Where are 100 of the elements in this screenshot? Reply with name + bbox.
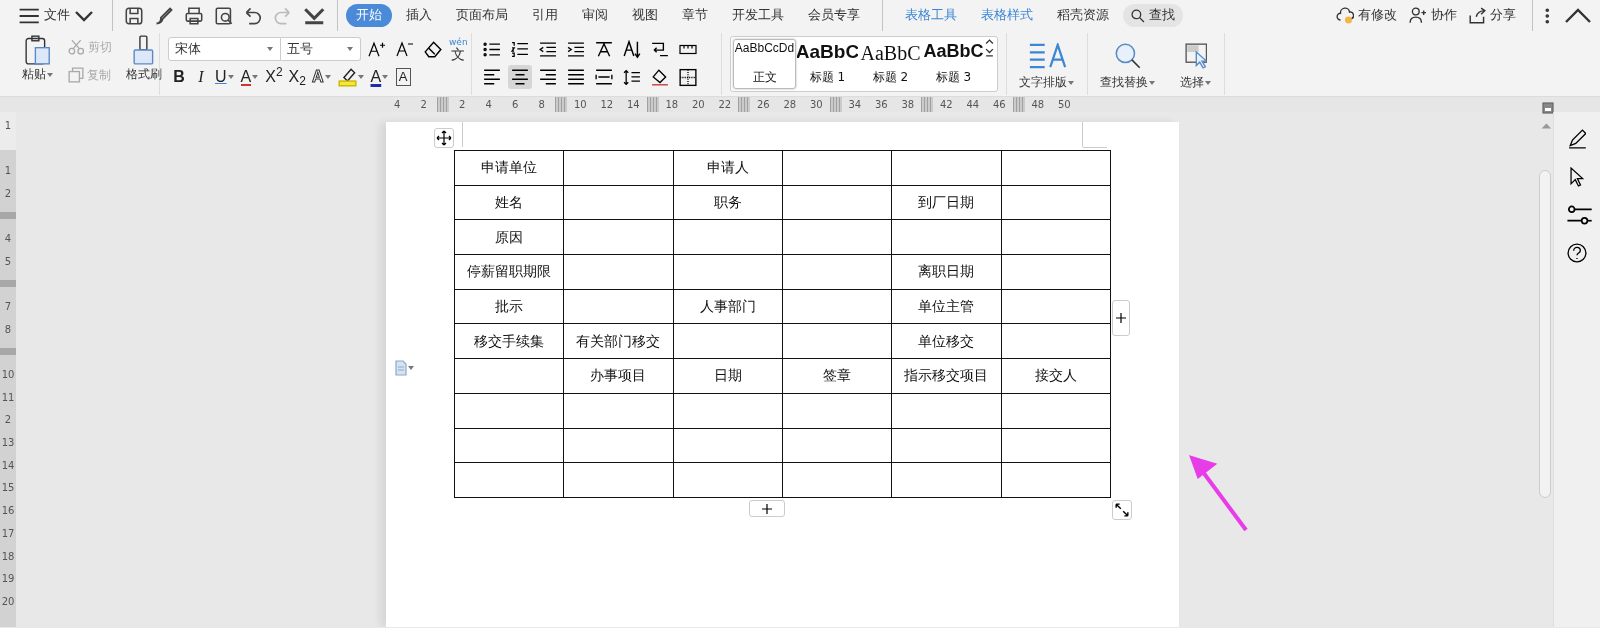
ribbon-tab[interactable]: 会员专享 (798, 4, 871, 27)
ruler-marker[interactable] (437, 97, 449, 112)
header-action[interactable]: 分享 (1465, 4, 1521, 27)
add-column-button[interactable] (1112, 300, 1130, 336)
ribbon-tab[interactable]: 引用 (522, 4, 569, 27)
caret-icon (1204, 79, 1212, 86)
ruler-marker[interactable] (646, 97, 659, 112)
ribbon-tab[interactable]: 插入 (396, 4, 443, 27)
script-button[interactable]: X$_{2}$ (285, 65, 309, 89)
ribbon-tab[interactable]: 页面布局 (446, 4, 519, 27)
ribbon-tab[interactable]: 开发工具 (722, 4, 795, 27)
align-center-button[interactable] (508, 65, 532, 89)
ribbon-tab[interactable]: 开始 (346, 4, 393, 27)
ruler-number: 34 (847, 98, 863, 112)
style-item[interactable]: AaBbCcDd 正文 (733, 39, 796, 89)
resize-icon (1115, 503, 1129, 517)
style-item[interactable]: AaBbC 标题 2 (859, 39, 922, 89)
ruler-number: 11 (0, 390, 16, 405)
ruler-marker[interactable] (829, 97, 842, 112)
ruler-number: 30 (808, 98, 824, 112)
caret-icon (251, 74, 260, 80)
cursor-icon (1570, 167, 1584, 187)
ruler-number: 20 (690, 98, 706, 112)
chinese-layout-icon (595, 39, 613, 59)
ruler-number: 10 (0, 368, 16, 383)
ribbon-tab[interactable]: 章节 (672, 4, 719, 27)
ribbon-tab[interactable]: 稻壳资源 (1047, 4, 1120, 27)
underline-button[interactable]: U (212, 65, 238, 89)
ruler-marker[interactable] (921, 97, 933, 112)
layout-button[interactable]: 文字排版 (1015, 41, 1079, 93)
font-color-button[interactable]: A (367, 65, 393, 89)
ruler-number: 38 (900, 98, 916, 112)
table-move-handle[interactable] (434, 128, 454, 148)
ruler-number: 42 (938, 98, 954, 112)
ruler-number: 20 (0, 594, 16, 609)
clipboard-icon (25, 35, 51, 65)
style-item[interactable]: AaBbC 标题 1 (796, 39, 859, 89)
ruler-marker[interactable] (0, 348, 16, 356)
ruler-marker[interactable] (0, 280, 16, 288)
ribbon-tab[interactable]: 表格工具 (895, 4, 968, 27)
ruler-number: 50 (1056, 98, 1072, 112)
ruler-marker[interactable] (738, 97, 750, 112)
ruler-number: 14 (625, 98, 641, 112)
font-size-field[interactable]: 五号 (281, 37, 361, 61)
table-cell-text: 到厂日期 (918, 194, 975, 211)
cloud-icon (1335, 7, 1355, 24)
ruler-number: 36 (873, 98, 889, 112)
italic-button[interactable]: I (190, 65, 212, 89)
magnifier-icon (1115, 43, 1141, 69)
ruler-number: 4 (393, 98, 402, 112)
table-cell-text: 离职日期 (918, 263, 975, 280)
table-cell-text: 办事项目 (590, 367, 647, 384)
numbered-list-icon (511, 39, 529, 59)
gallery-scroll-icon[interactable] (985, 39, 994, 57)
redo-icon (274, 6, 291, 25)
format-painter-button[interactable]: 格式刷 (121, 33, 166, 95)
ribbon-tab[interactable]: 视图 (622, 4, 669, 27)
pen-button[interactable] (1566, 128, 1588, 150)
ruler-marker[interactable] (555, 97, 567, 112)
caret-icon (1067, 79, 1075, 86)
header-action[interactable]: 协作 (1405, 4, 1462, 27)
user-add-icon (1409, 7, 1428, 24)
add-row-button[interactable] (749, 500, 785, 517)
move-icon (436, 130, 452, 146)
caret-icon (266, 46, 274, 52)
find-button[interactable]: 查找替换 (1096, 41, 1160, 93)
font-name-field[interactable]: 宋体 (168, 37, 281, 61)
ruler-number: 13 (0, 436, 16, 451)
ruler-marker[interactable] (1012, 97, 1025, 112)
ruler-marker[interactable] (0, 212, 16, 220)
header-action[interactable]: 有修改 (1331, 4, 1402, 27)
file-menu[interactable]: 文件 (8, 4, 105, 27)
table-cell-text: 日期 (713, 367, 742, 384)
paint-brush-icon (133, 35, 154, 65)
table-cell-text: 姓名 (495, 194, 524, 211)
bold-button[interactable]: B (168, 65, 190, 89)
highlighter-icon (337, 67, 357, 87)
cursor-select-icon (1184, 43, 1208, 69)
ruler-number: 17 (0, 526, 16, 541)
search-button[interactable]: 查找 (1123, 4, 1184, 27)
scrollbar-thumb[interactable] (1539, 170, 1551, 498)
table-cell-text: 指示移交项目 (904, 367, 989, 384)
ribbon-tab[interactable]: 审阅 (572, 4, 619, 27)
more-icon[interactable] (1545, 7, 1550, 24)
table-cell-text: 职务 (713, 194, 742, 211)
paste-button[interactable]: 粘贴 (18, 33, 58, 95)
style-item[interactable]: AaBbC 标题 3 (922, 39, 985, 89)
menu-icon (18, 7, 41, 24)
strikethrough-button[interactable]: A (237, 65, 263, 89)
collapse-icon[interactable] (1564, 7, 1592, 24)
ribbon-tab[interactable]: 表格样式 (971, 4, 1044, 27)
table-resize-handle[interactable] (1112, 500, 1132, 520)
ruler-number: 18 (0, 549, 16, 564)
help-button[interactable] (1566, 242, 1588, 264)
ruler-number: 8 (537, 98, 546, 112)
caret-icon (226, 74, 235, 80)
script-button[interactable]: X$^{2}$ (262, 65, 286, 89)
phonetic-guide-button[interactable]: wén 文 (449, 37, 468, 61)
select-button[interactable]: 选择 (1176, 41, 1216, 93)
ruler-number: 28 (782, 98, 798, 112)
